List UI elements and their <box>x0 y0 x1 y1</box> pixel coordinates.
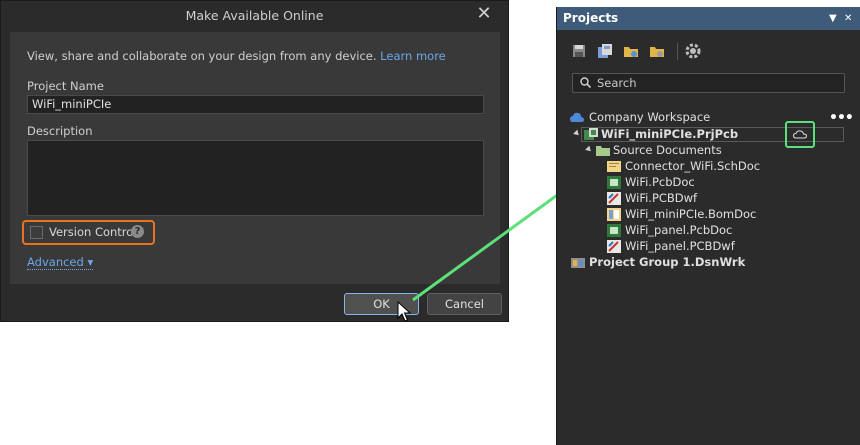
learn-more-link[interactable]: Learn more <box>380 49 446 63</box>
pcb-doc-icon <box>607 176 621 189</box>
intro-text-label: View, share and collaborate on your desi… <box>27 49 381 63</box>
description-label: Description <box>27 124 93 138</box>
tree-item-label: WiFi.PcbDoc <box>625 175 695 189</box>
save-icon[interactable] <box>571 43 587 59</box>
tree-item-label: WiFi_panel.PcbDoc <box>625 223 733 237</box>
bom-doc-icon <box>607 208 621 221</box>
tree-item-label: Connector_WiFi.SchDoc <box>625 159 761 173</box>
description-textarea[interactable] <box>27 140 484 216</box>
cloud-icon <box>793 130 807 139</box>
gear-icon[interactable] <box>685 43 701 59</box>
project-group-icon <box>571 258 585 268</box>
search-placeholder: Search <box>597 76 637 90</box>
help-icon[interactable]: ? <box>131 225 144 238</box>
save-all-icon[interactable] <box>597 43 613 59</box>
panel-title: Projects <box>563 11 619 25</box>
dialog-title: Make Available Online <box>185 8 324 23</box>
tree-item-label: Source Documents <box>613 143 722 157</box>
tree-item-label: Project Group 1.DsnWrk <box>589 255 746 269</box>
close-icon[interactable]: ✕ <box>474 3 494 25</box>
close-project-icon[interactable] <box>649 43 665 59</box>
tree-item-label: WiFi_panel.PCBDwf <box>625 239 735 253</box>
draftsman-doc-icon <box>607 192 621 205</box>
tree-item-label: Company Workspace <box>589 110 711 124</box>
project-name-label: Project Name <box>27 79 104 93</box>
advanced-dropdown[interactable]: Advanced ▾ <box>27 255 94 270</box>
schematic-doc-icon <box>607 161 621 172</box>
search-input[interactable]: Search <box>572 73 845 93</box>
mouse-cursor-icon <box>397 301 411 322</box>
cancel-button[interactable]: Cancel <box>427 293 502 315</box>
cloud-status-highlight <box>785 121 815 148</box>
panel-menu-icon[interactable]: ▼ <box>829 7 837 30</box>
search-icon <box>580 77 591 88</box>
folder-icon <box>596 146 610 156</box>
version-control-checkbox[interactable] <box>30 226 43 239</box>
toolbar-divider <box>677 43 678 60</box>
dialog-body: View, share and collaborate on your desi… <box>10 32 500 284</box>
tree-item-label: WiFi_miniPCIe.BomDoc <box>625 207 757 221</box>
tree-item-label: WiFi.PCBDwf <box>625 191 698 205</box>
panel-close-icon[interactable]: ✕ <box>844 7 852 30</box>
pcb-project-icon <box>584 128 598 140</box>
intro-text: View, share and collaborate on your desi… <box>27 49 446 63</box>
more-options-icon[interactable]: ••• <box>829 110 854 126</box>
tree-item-label: WiFi_miniPCIe.PrjPcb <box>601 127 739 141</box>
version-control-highlight: Version Control ? <box>22 220 155 245</box>
draftsman-doc-icon <box>607 240 621 253</box>
open-project-icon[interactable] <box>623 43 639 59</box>
make-available-online-dialog: Make Available Online ✕ View, share and … <box>0 0 509 322</box>
project-name-input[interactable]: WiFi_miniPCIe <box>27 95 484 114</box>
cloud-workspace-icon <box>570 112 584 122</box>
panel-header: Projects ▼ ✕ <box>557 7 860 30</box>
version-control-label[interactable]: Version Control <box>49 225 137 239</box>
pcb-doc-icon <box>607 224 621 237</box>
